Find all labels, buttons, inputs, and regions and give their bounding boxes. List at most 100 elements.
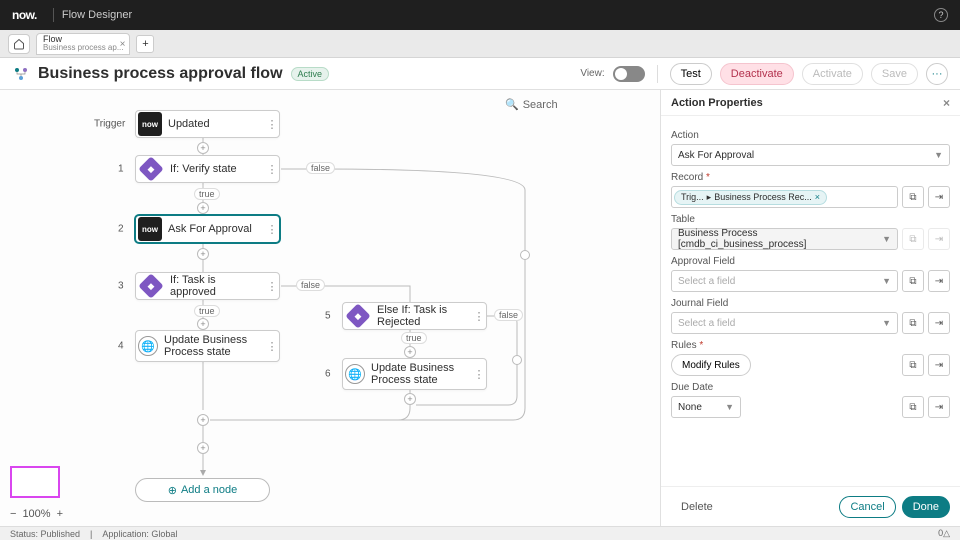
field-action-icon[interactable]: ⧉ <box>902 396 924 418</box>
home-button[interactable] <box>8 34 30 54</box>
approval-placeholder: Select a field <box>678 276 735 287</box>
add-tab-button[interactable]: + <box>136 35 154 53</box>
save-button: Save <box>871 63 918 85</box>
more-button[interactable]: ··· <box>926 63 948 85</box>
node-label: Ask For Approval <box>168 223 265 235</box>
delete-button[interactable]: Delete <box>671 496 723 518</box>
help-icon[interactable]: ? <box>934 8 948 22</box>
close-icon[interactable]: × <box>120 39 126 50</box>
step-number: 2 <box>118 224 124 235</box>
add-step-icon[interactable]: + <box>197 248 209 260</box>
data-pill-icon[interactable]: ⇥ <box>928 354 950 376</box>
add-step-icon[interactable]: + <box>197 414 209 426</box>
add-step-icon[interactable]: + <box>197 142 209 154</box>
cancel-button[interactable]: Cancel <box>839 496 895 518</box>
node-menu-icon[interactable]: ⋮ <box>472 310 486 323</box>
record-label: Record <box>671 172 950 183</box>
add-step-icon[interactable]: + <box>404 346 416 358</box>
node-menu-icon[interactable]: ⋮ <box>472 368 486 381</box>
done-button[interactable]: Done <box>902 496 950 518</box>
node-label: If: Task is approved <box>170 274 265 298</box>
duedate-select[interactable]: None ▼ <box>671 396 741 418</box>
divider: | <box>90 529 92 539</box>
action-select[interactable]: Ask For Approval ▼ <box>671 144 950 166</box>
connectors <box>0 90 660 526</box>
zoom-controls: − 100% + <box>10 508 63 520</box>
node-if-verify[interactable]: 1 ◆ If: Verify state ⋮ <box>135 155 280 183</box>
true-label: true <box>194 188 220 200</box>
add-step-icon[interactable]: + <box>404 393 416 405</box>
approval-select[interactable]: Select a field ▼ <box>671 270 898 292</box>
node-menu-icon[interactable]: ⋮ <box>265 280 279 293</box>
step-number: 3 <box>118 281 124 292</box>
field-action-icon: ⧉ <box>902 228 924 250</box>
node-if-approved[interactable]: 3 ◆ If: Task is approved ⋮ <box>135 272 280 300</box>
false-label: false <box>296 279 325 291</box>
main-area: 🔍 Search <box>0 90 960 526</box>
zoom-out-button[interactable]: − <box>10 508 16 520</box>
footer-right: 0△ <box>938 528 950 539</box>
add-node-label: Add a node <box>181 484 237 496</box>
true-label: true <box>401 332 427 344</box>
node-trigger[interactable]: Trigger now Updated ⋮ <box>135 110 280 138</box>
minimap[interactable] <box>10 466 60 498</box>
test-button[interactable]: Test <box>670 63 712 85</box>
tab-strip: Flow Business process ap... × + <box>0 30 960 58</box>
data-pill-icon[interactable]: ⇥ <box>928 312 950 334</box>
journal-select[interactable]: Select a field ▼ <box>671 312 898 334</box>
data-pill-icon[interactable]: ⇥ <box>928 186 950 208</box>
add-step-icon[interactable]: + <box>197 202 209 214</box>
application-scope: Application: Global <box>102 529 177 539</box>
node-menu-icon[interactable]: ⋮ <box>265 223 279 236</box>
field-action-icon[interactable]: ⧉ <box>902 354 924 376</box>
action-label: Action <box>671 130 950 141</box>
modify-rules-button[interactable]: Modify Rules <box>671 354 751 376</box>
node-update-bp-2[interactable]: 6 🌐 Update Business Process state ⋮ <box>342 358 487 390</box>
tab-flow[interactable]: Flow Business process ap... × <box>36 33 130 55</box>
step-number: 6 <box>325 369 331 380</box>
flow-icon <box>12 65 30 83</box>
canvas-wrap[interactable]: 🔍 Search <box>0 90 660 526</box>
flow-canvas[interactable]: Trigger now Updated ⋮ + 1 ◆ If: Verify s… <box>0 90 660 526</box>
globe-icon: 🌐 <box>345 364 365 384</box>
condition-icon: ◆ <box>345 303 370 328</box>
deactivate-button[interactable]: Deactivate <box>720 63 794 85</box>
data-pill-icon[interactable]: ⇥ <box>928 396 950 418</box>
close-icon[interactable]: × <box>943 96 950 110</box>
view-toggle[interactable] <box>613 66 645 82</box>
node-update-bp-1[interactable]: 4 🌐 Update Business Process state ⋮ <box>135 330 280 362</box>
node-menu-icon[interactable]: ⋮ <box>265 340 279 353</box>
record-field[interactable]: Trig...▸Business Process Rec... × <box>671 186 898 208</box>
data-pill-icon[interactable]: ⇥ <box>928 270 950 292</box>
step-number: 1 <box>118 164 124 175</box>
table-label: Table <box>671 214 950 225</box>
panel-body: Action Ask For Approval ▼ Record Trig...… <box>661 116 960 486</box>
add-step-icon[interactable]: + <box>197 442 209 454</box>
chevron-down-icon: ▼ <box>882 318 891 328</box>
table-select[interactable]: Business Process [cmdb_ci_business_proce… <box>671 228 898 250</box>
node-ask-approval[interactable]: 2 now Ask For Approval ⋮ <box>135 215 280 243</box>
zoom-in-button[interactable]: + <box>57 508 63 520</box>
false-label: false <box>494 309 523 321</box>
node-menu-icon[interactable]: ⋮ <box>265 118 279 131</box>
zoom-level: 100% <box>22 508 50 520</box>
properties-panel: Action Properties × Action Ask For Appro… <box>660 90 960 526</box>
record-token[interactable]: Trig...▸Business Process Rec... × <box>674 190 827 205</box>
journal-placeholder: Select a field <box>678 318 735 329</box>
field-action-icon[interactable]: ⧉ <box>902 270 924 292</box>
token-remove-icon[interactable]: × <box>815 192 820 202</box>
add-step-icon[interactable]: + <box>197 318 209 330</box>
true-label: true <box>194 305 220 317</box>
panel-footer: Delete Cancel Done <box>661 486 960 526</box>
node-elseif-rejected[interactable]: 5 ◆ Else If: Task is Rejected ⋮ <box>342 302 487 330</box>
divider <box>53 8 54 22</box>
node-label: Update Business Process state <box>164 334 265 358</box>
action-value: Ask For Approval <box>678 150 754 161</box>
field-action-icon[interactable]: ⧉ <box>902 312 924 334</box>
data-pill-icon: ⇥ <box>928 228 950 250</box>
node-menu-icon[interactable]: ⋮ <box>265 163 279 176</box>
chevron-down-icon: ▼ <box>934 150 943 160</box>
add-node-button[interactable]: ⊕ Add a node <box>135 478 270 502</box>
page-title: Business process approval flow <box>38 65 283 83</box>
field-action-icon[interactable]: ⧉ <box>902 186 924 208</box>
